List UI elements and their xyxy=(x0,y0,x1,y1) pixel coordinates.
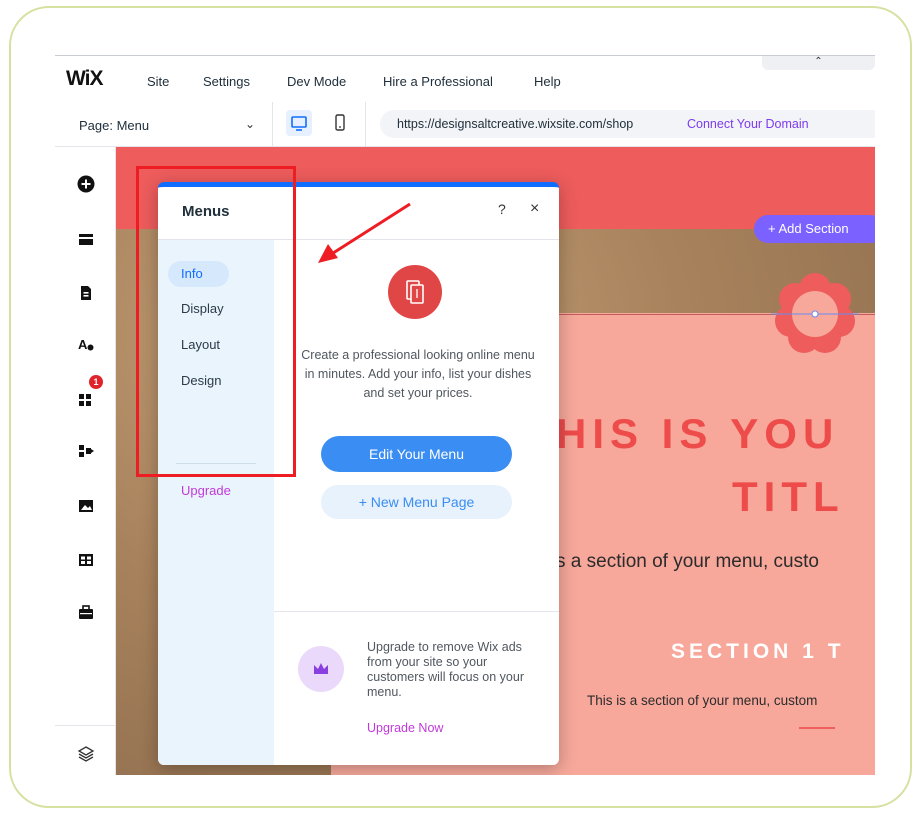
notification-badge: 1 xyxy=(89,375,103,389)
table-icon[interactable] xyxy=(77,551,95,569)
rail-divider xyxy=(55,725,115,726)
hero-subtitle[interactable]: s a section of your menu, custo xyxy=(556,551,819,573)
add-section-button[interactable]: + Add Section xyxy=(754,215,875,243)
media-icon[interactable] xyxy=(77,497,95,515)
annotation-highlight-box xyxy=(136,166,296,477)
flower-shape[interactable] xyxy=(771,269,859,357)
new-menu-page-button[interactable]: + New Menu Page xyxy=(321,485,512,519)
page-selector[interactable]: Page: Menu xyxy=(79,118,149,133)
apps-icon[interactable] xyxy=(77,390,95,408)
upgrade-description: Upgrade to remove Wix ads from your site… xyxy=(367,640,525,699)
tab-upgrade[interactable]: Upgrade xyxy=(181,483,231,498)
layers-icon[interactable] xyxy=(77,745,95,763)
mobile-icon xyxy=(335,114,345,131)
desktop-icon xyxy=(291,116,307,131)
menu-book-icon xyxy=(406,280,424,304)
section-text[interactable]: This is a section of your menu, custom xyxy=(587,693,817,708)
menu-app-icon xyxy=(388,265,442,319)
menu-site[interactable]: Site xyxy=(147,74,169,89)
business-apps-icon[interactable] xyxy=(77,442,95,460)
upgrade-now-link[interactable]: Upgrade Now xyxy=(367,721,443,735)
wix-logo: WiX xyxy=(66,67,103,90)
app-description: Create a professional looking online men… xyxy=(301,348,535,400)
divider xyxy=(272,102,273,146)
mobile-view-button[interactable] xyxy=(327,110,353,136)
decorative-line xyxy=(799,727,835,729)
menu-dev-mode[interactable]: Dev Mode xyxy=(287,74,346,89)
theme-icon[interactable]: A xyxy=(77,335,95,353)
crown-icon xyxy=(314,663,328,674)
menu-settings[interactable]: Settings xyxy=(203,74,250,89)
pages-icon[interactable] xyxy=(77,284,95,302)
chevron-down-icon[interactable]: ⌄ xyxy=(245,117,255,131)
collapse-toolbar-button[interactable]: ⌃ xyxy=(762,56,875,70)
left-tool-rail: A 1 xyxy=(55,147,116,775)
section-title[interactable]: SECTION 1 T xyxy=(671,640,845,664)
divider xyxy=(365,102,366,146)
edit-menu-button[interactable]: Edit Your Menu xyxy=(321,436,512,472)
editor-top-bar: WiX Site Settings Dev Mode Hire a Profes… xyxy=(55,55,875,103)
hero-title-line1[interactable]: HIS IS YOU xyxy=(556,410,839,458)
url-bar: https://designsaltcreative.wixsite.com/s… xyxy=(380,110,875,138)
page-device-bar: Page: Menu ⌄ https://designsaltcreative.… xyxy=(55,102,875,147)
connect-domain-link[interactable]: Connect Your Domain xyxy=(687,117,809,131)
desktop-view-button[interactable] xyxy=(286,110,312,136)
help-icon[interactable]: ? xyxy=(498,201,506,217)
svg-text:A: A xyxy=(78,337,88,352)
premium-badge xyxy=(298,646,344,692)
add-icon[interactable] xyxy=(77,175,95,193)
portfolio-icon[interactable] xyxy=(77,603,95,621)
menu-help[interactable]: Help xyxy=(534,74,561,89)
annotation-arrow-icon xyxy=(318,202,411,263)
site-url[interactable]: https://designsaltcreative.wixsite.com/s… xyxy=(397,117,633,131)
menu-hire-professional[interactable]: Hire a Professional xyxy=(383,74,493,89)
sections-icon[interactable] xyxy=(77,231,95,249)
content-divider xyxy=(274,611,559,612)
hero-title-line2[interactable]: TITL xyxy=(732,473,845,521)
close-icon[interactable]: × xyxy=(530,200,539,218)
panel-content: Create a professional looking online men… xyxy=(274,240,559,765)
